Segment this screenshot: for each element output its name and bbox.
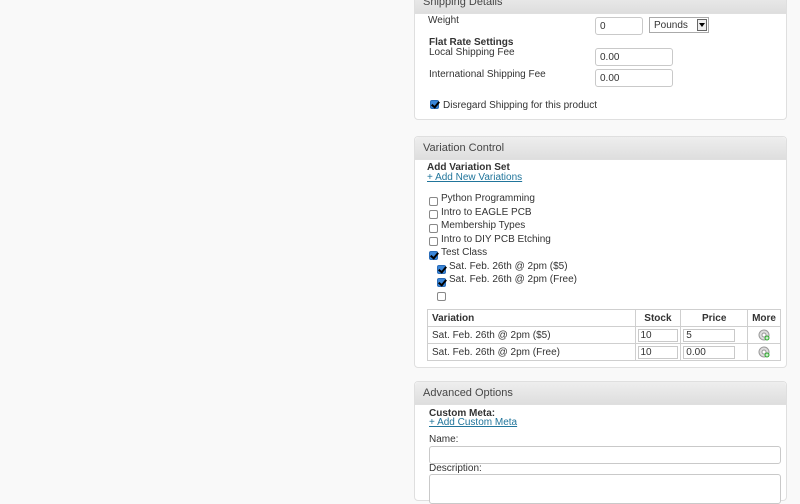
advanced-options-header[interactable]: Advanced Options	[415, 382, 786, 405]
weight-label: Weight	[428, 15, 459, 26]
variation-set-label: Intro to EAGLE PCB	[441, 207, 532, 218]
price-input[interactable]	[683, 345, 736, 359]
variation-control-header[interactable]: Variation Control	[415, 137, 786, 160]
intl-fee-input[interactable]	[595, 69, 673, 87]
stock-cell	[634, 326, 682, 344]
price-input[interactable]	[683, 328, 736, 342]
weight-input[interactable]	[595, 17, 643, 35]
variation-option-checkbox[interactable]	[437, 292, 446, 301]
variation-set-checkbox[interactable]	[429, 251, 438, 260]
meta-name-input[interactable]	[429, 446, 781, 464]
variations-table: Variation Stock Price More Sat. Feb. 26t…	[427, 309, 781, 361]
add-more-icon[interactable]	[758, 346, 770, 358]
price-cell	[680, 343, 749, 361]
variation-option-label: Sat. Feb. 26th @ 2pm ($5)	[449, 261, 568, 272]
variation-set-label: Intro to DIY PCB Etching	[441, 234, 551, 245]
description-label: Description:	[429, 463, 482, 474]
variation-set-checkbox[interactable]	[429, 210, 438, 219]
add-custom-meta-link[interactable]: + Add Custom Meta	[429, 417, 517, 428]
chevron-down-icon	[697, 19, 707, 31]
variation-set-checkbox[interactable]	[429, 197, 438, 206]
add-more-icon[interactable]	[758, 329, 770, 341]
weight-unit-value: Pounds	[654, 20, 688, 31]
column-header-price: Price	[680, 309, 749, 327]
variation-set-label: Python Programming	[441, 193, 535, 204]
table-row: Sat. Feb. 26th @ 2pm (Free)	[427, 343, 781, 361]
variation-set-checkbox[interactable]	[429, 237, 438, 246]
weight-unit-select[interactable]: Pounds	[649, 17, 709, 33]
variation-set-label: Test Class	[441, 247, 488, 258]
column-header-stock: Stock	[634, 309, 682, 327]
stock-input[interactable]	[637, 345, 679, 359]
variation-option-checkbox[interactable]	[437, 265, 446, 274]
table-header-row: Variation Stock Price More	[427, 309, 781, 327]
variation-option-checkbox[interactable]	[437, 278, 446, 287]
variation-set-checkbox[interactable]	[429, 224, 438, 233]
disregard-shipping-checkbox[interactable]	[430, 100, 439, 109]
add-new-variations-link[interactable]: + Add New Variations	[427, 172, 522, 183]
variation-option-label: Sat. Feb. 26th @ 2pm (Free)	[449, 274, 577, 285]
stock-cell	[634, 343, 682, 361]
local-fee-input[interactable]	[595, 48, 673, 66]
shipping-details-header[interactable]: Shipping Details	[415, 0, 786, 14]
column-header-variation: Variation	[427, 309, 636, 327]
stock-input[interactable]	[637, 328, 679, 342]
name-label: Name:	[429, 434, 459, 445]
variation-cell: Sat. Feb. 26th @ 2pm ($5)	[427, 326, 636, 344]
intl-fee-label: International Shipping Fee	[429, 69, 546, 80]
table-row: Sat. Feb. 26th @ 2pm ($5)	[427, 326, 781, 344]
local-fee-label: Local Shipping Fee	[429, 47, 515, 58]
variation-cell: Sat. Feb. 26th @ 2pm (Free)	[427, 343, 636, 361]
more-cell	[747, 326, 781, 344]
variation-set-label: Membership Types	[441, 220, 526, 231]
disregard-shipping-label: Disregard Shipping for this product	[443, 100, 597, 111]
price-cell	[680, 326, 749, 344]
column-header-more: More	[747, 309, 781, 327]
more-cell	[747, 343, 781, 361]
meta-description-input[interactable]	[429, 474, 781, 504]
